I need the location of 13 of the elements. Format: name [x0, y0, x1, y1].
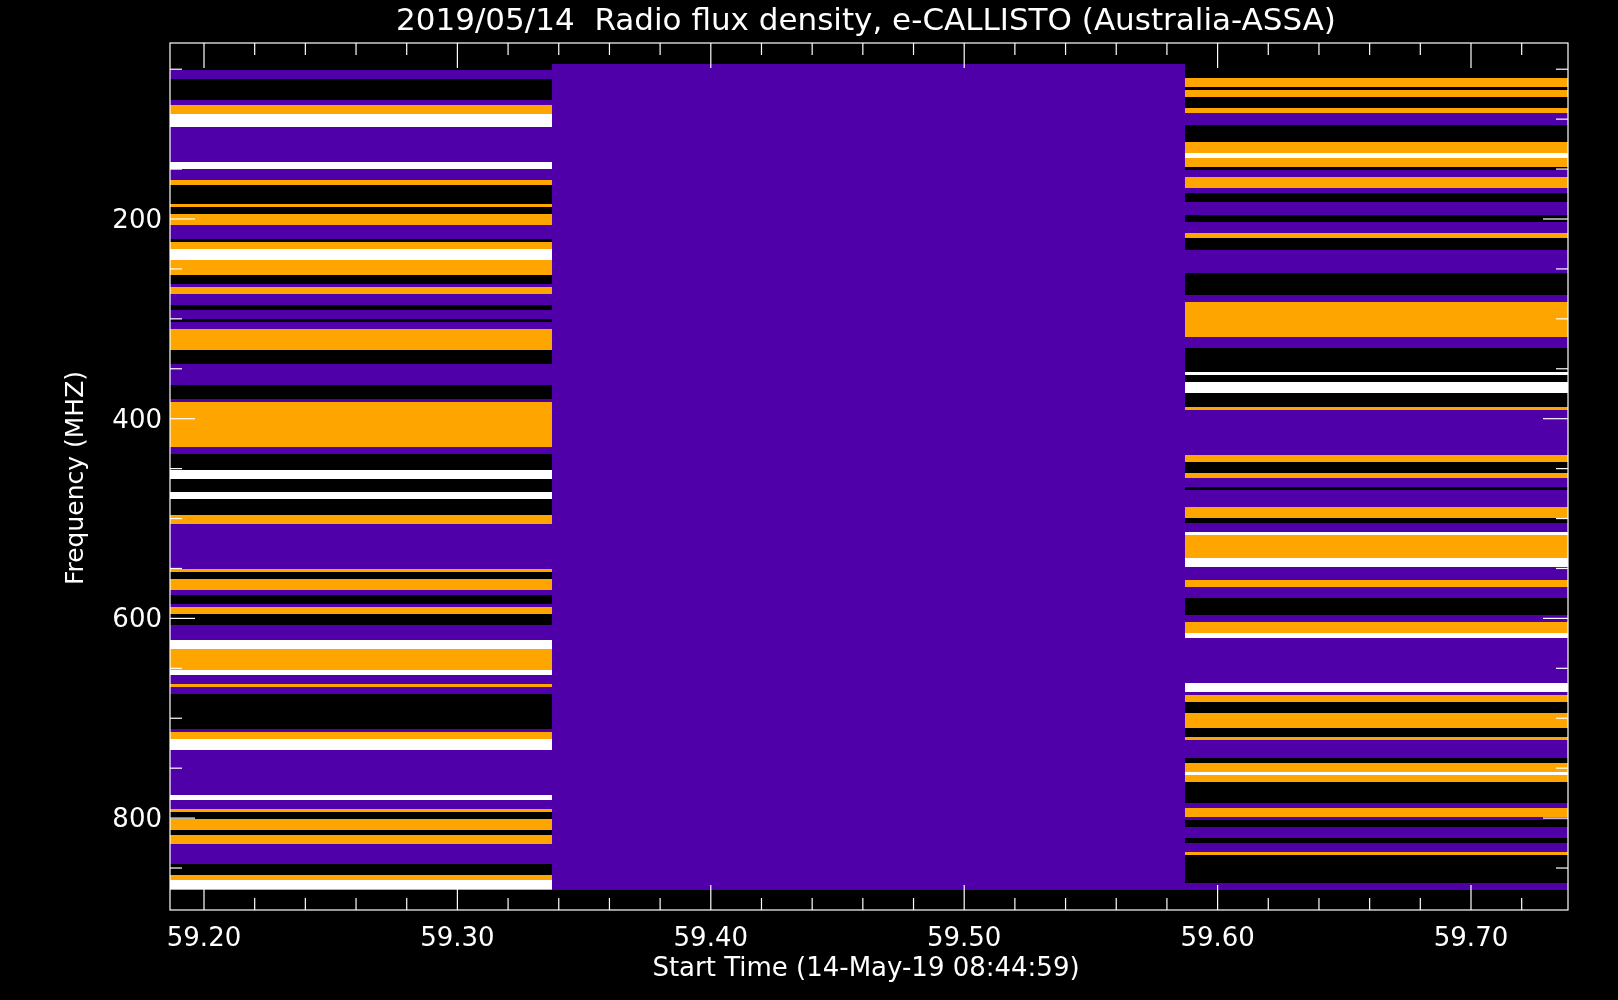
chart-title: 2019/05/14 Radio flux density, e-CALLISTO (Australia-ASSA) [396, 1, 1336, 37]
y-tick-label: 400 [112, 403, 162, 434]
x-tick-label: 59.30 [420, 922, 495, 952]
y-tick-label: 800 [112, 803, 162, 834]
x-tick-label: 59.70 [1433, 922, 1509, 952]
y-tick-label: 200 [112, 204, 162, 234]
y-axis-label: Frequency (MHZ) [60, 370, 89, 586]
x-axis-label: Start Time (14-May-19 08:44:59) [652, 952, 1080, 982]
y-tick-label: 600 [112, 603, 162, 634]
x-tick-label: 59.60 [1180, 922, 1255, 952]
x-tick-label: 59.20 [166, 922, 242, 952]
x-tick-label: 59.40 [673, 922, 748, 952]
x-tick-label: 59.50 [927, 922, 1002, 952]
